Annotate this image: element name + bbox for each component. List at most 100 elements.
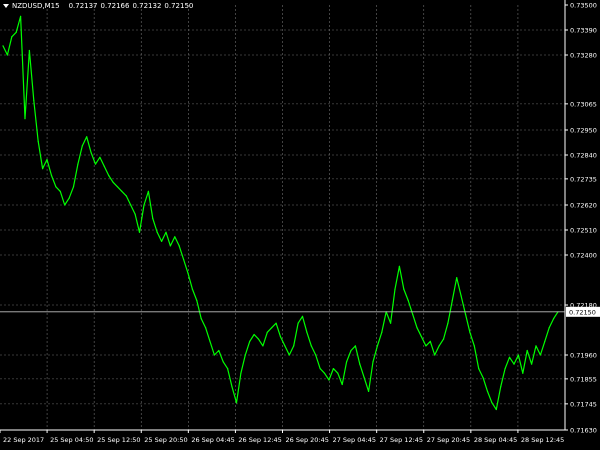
price-point-108 xyxy=(478,368,480,370)
price-point-57 xyxy=(253,333,255,336)
price-label: 0.73065 xyxy=(570,100,597,108)
price-point-99 xyxy=(438,345,440,347)
price-point-80 xyxy=(354,345,356,347)
price-line xyxy=(2,15,559,411)
price-point-118 xyxy=(522,372,524,374)
price-point-86 xyxy=(381,331,383,333)
price-point-39 xyxy=(174,236,176,238)
ohlc-open: 0.72137 xyxy=(68,2,98,10)
price-point-56 xyxy=(249,340,251,342)
price-point-83 xyxy=(368,390,370,392)
price-point-48 xyxy=(213,354,215,356)
price-point-40 xyxy=(178,245,180,247)
price-point-109 xyxy=(482,377,484,379)
price-point-34 xyxy=(152,218,154,220)
price-point-29 xyxy=(130,204,132,206)
price-point-91 xyxy=(403,288,405,290)
price-point-74 xyxy=(328,379,330,381)
symbol-name: NZDUSD,M15 xyxy=(12,2,60,10)
price-point-62 xyxy=(275,322,277,324)
price-axis[interactable]: 0.73500 0.73390 0.73280 0.73065 0.72950 0.728… xyxy=(570,2,597,435)
price-point-63 xyxy=(279,336,282,338)
ohlc-high: 0.72166 xyxy=(100,2,130,10)
price-point-67 xyxy=(297,322,299,324)
price-point-22 xyxy=(99,156,101,158)
price-point-93 xyxy=(412,313,414,315)
price-point-26 xyxy=(116,186,119,188)
price-point-60 xyxy=(266,331,268,333)
price-point-89 xyxy=(394,288,396,290)
price-point-52 xyxy=(231,386,233,388)
price-label: 0.72735 xyxy=(570,175,597,183)
price-label: 0.71630 xyxy=(570,427,597,435)
price-label: 0.72620 xyxy=(570,202,597,210)
price-point-45 xyxy=(200,318,202,320)
price-point-68 xyxy=(301,315,304,317)
price-point-38 xyxy=(169,245,171,247)
price-point-25 xyxy=(112,181,114,183)
price-point-0 xyxy=(2,45,4,47)
time-axis[interactable]: 22 Sep 2017 25 Sep 04:50 25 Sep 12:50 25 Se… xyxy=(3,436,564,444)
price-point-122 xyxy=(539,354,542,356)
price-point-123 xyxy=(544,340,546,342)
price-point-14 xyxy=(64,204,66,206)
time-label: 26 Sep 12:45 xyxy=(238,436,281,444)
price-point-88 xyxy=(390,322,392,324)
price-point-47 xyxy=(209,340,211,342)
price-point-101 xyxy=(447,322,449,324)
triangle-down-icon[interactable] xyxy=(3,4,9,8)
price-point-120 xyxy=(531,363,533,365)
price-point-19 xyxy=(86,136,88,138)
price-point-72 xyxy=(319,368,321,370)
price-point-1 xyxy=(6,54,8,56)
price-point-78 xyxy=(346,361,348,363)
price-point-13 xyxy=(59,190,61,192)
price-point-49 xyxy=(218,349,220,352)
price-point-76 xyxy=(337,372,339,374)
price-point-107 xyxy=(473,345,475,347)
time-label: 27 Sep 04:45 xyxy=(333,436,376,444)
time-label: 22 Sep 2017 xyxy=(3,436,44,444)
axes xyxy=(0,0,568,433)
price-point-111 xyxy=(491,402,493,404)
price-point-21 xyxy=(94,163,97,165)
price-point-90 xyxy=(398,265,400,267)
price-point-32 xyxy=(143,204,145,206)
price-point-114 xyxy=(504,368,506,370)
price-point-92 xyxy=(407,299,409,302)
time-label: 26 Sep 04:45 xyxy=(191,436,234,444)
price-point-64 xyxy=(284,345,286,347)
price-point-103 xyxy=(456,277,458,279)
price-label: 0.72400 xyxy=(570,252,597,260)
price-point-70 xyxy=(310,345,312,347)
price-point-53 xyxy=(235,402,238,404)
price-point-28 xyxy=(125,195,127,197)
price-point-31 xyxy=(138,231,141,233)
price-point-106 xyxy=(469,331,471,333)
price-point-94 xyxy=(416,327,418,329)
price-point-36 xyxy=(161,240,163,242)
chart-window[interactable]: 0.73500 0.73390 0.73280 0.73065 0.72950 0.728… xyxy=(0,0,600,450)
price-point-66 xyxy=(293,345,295,347)
price-label: 0.72950 xyxy=(570,127,597,135)
price-point-104 xyxy=(460,295,462,297)
price-chart[interactable]: 0.73500 0.73390 0.73280 0.73065 0.72950 0.728… xyxy=(0,0,600,450)
price-point-116 xyxy=(513,363,515,365)
price-point-10 xyxy=(46,158,48,161)
price-point-112 xyxy=(495,408,497,411)
price-point-17 xyxy=(77,163,79,165)
price-point-20 xyxy=(90,152,92,154)
price-point-6 xyxy=(28,49,30,52)
price-label: 0.71960 xyxy=(570,352,597,360)
price-point-15 xyxy=(68,197,70,199)
price-label: 0.72510 xyxy=(570,227,597,235)
price-point-121 xyxy=(535,345,537,347)
price-point-102 xyxy=(451,299,453,302)
current-price-label: 0.72150 xyxy=(569,308,596,316)
price-point-71 xyxy=(315,354,317,356)
price-point-69 xyxy=(306,331,308,333)
price-label: 0.73390 xyxy=(570,27,597,35)
price-point-97 xyxy=(429,340,431,342)
grid-lines xyxy=(0,5,565,430)
symbol-header: NZDUSD,M15 0.72137 0.72166 0.72132 0.721… xyxy=(3,2,193,10)
